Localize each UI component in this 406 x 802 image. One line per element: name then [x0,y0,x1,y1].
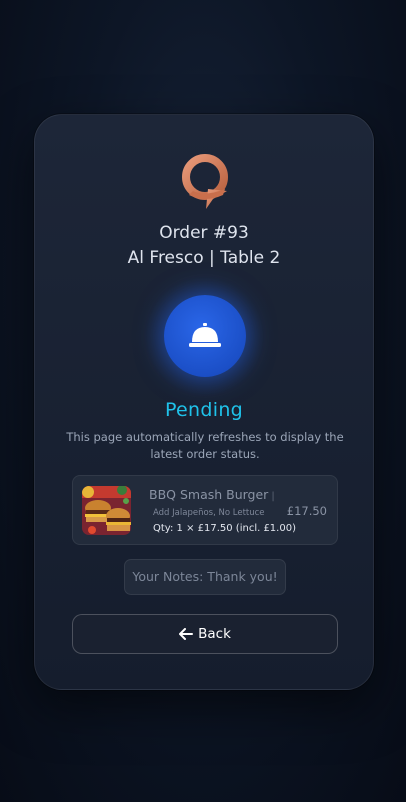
burger-photo [82,486,131,535]
order-status-label: Pending [164,399,244,421]
order-item: BBQ Smash Burger | Add Jalapeños, No Lett… [72,475,338,545]
arrow-left-icon [179,628,194,640]
concierge-bell-icon [189,323,221,347]
item-name-separator: | [271,491,275,502]
table-location: Al Fresco | Table 2 [127,248,281,268]
back-button[interactable]: Back [72,614,338,654]
item-modifiers: Add Jalapeños, No Lettuce [153,508,265,518]
item-name: BBQ Smash Burger | [149,487,275,502]
item-name-text: BBQ Smash Burger [149,487,269,502]
item-price: £17.50 [286,504,327,518]
order-status-card: Order #93 Al Fresco | Table 2 Pending Th… [34,114,374,690]
back-button-label: Back [198,626,231,642]
status-icon-badge [164,295,246,377]
item-thumbnail [82,486,131,535]
order-notes: Your Notes: Thank you! [124,559,286,595]
q-logo-icon [182,154,228,209]
item-quantity: Qty: 1 × £17.50 (incl. £1.00) [153,523,296,534]
refresh-note: This page automatically refreshes to dis… [66,430,344,461]
order-number: Order #93 [159,223,249,243]
